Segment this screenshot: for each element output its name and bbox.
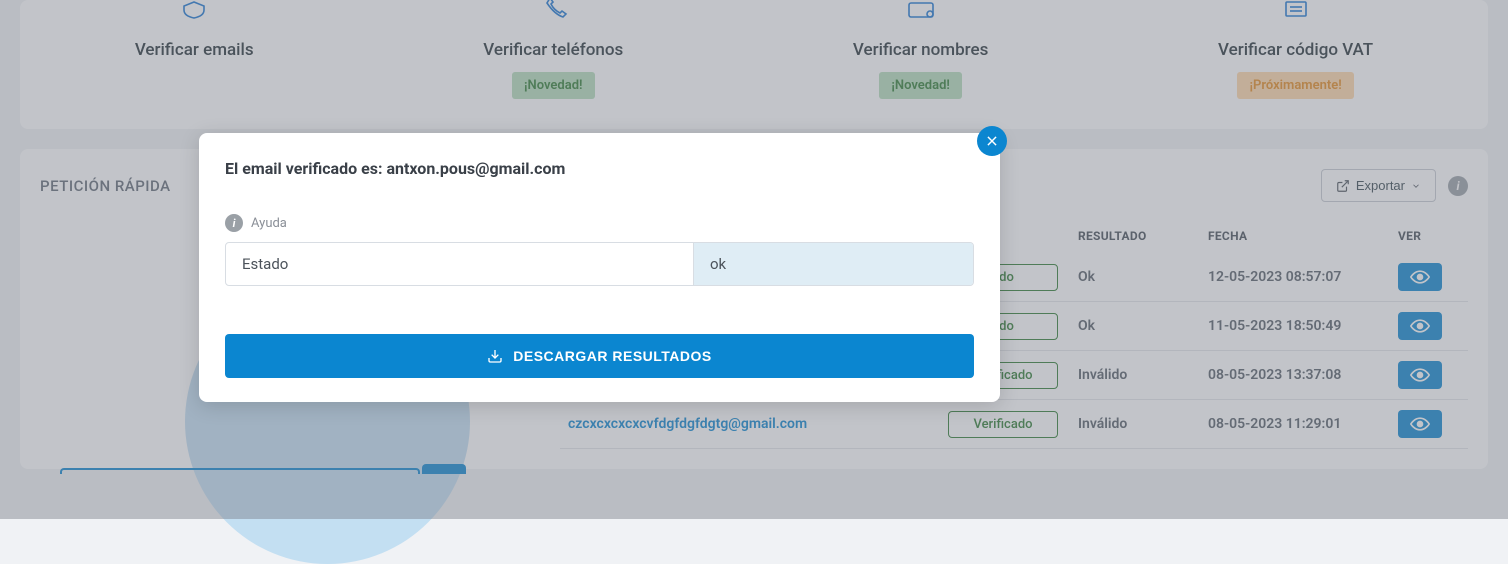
verification-result-modal: El email verificado es: antxon.pous@gmai… <box>199 133 1000 402</box>
info-icon: i <box>225 214 243 232</box>
result-row-label: Estado <box>226 243 693 285</box>
modal-title: El email verificado es: antxon.pous@gmai… <box>225 159 974 178</box>
download-label: DESCARGAR RESULTADOS <box>513 348 712 364</box>
download-icon <box>487 348 503 364</box>
close-icon <box>985 134 999 148</box>
result-row-value: ok <box>693 243 973 285</box>
help-label: Ayuda <box>251 216 287 231</box>
help-row[interactable]: i Ayuda <box>225 214 974 232</box>
download-results-button[interactable]: DESCARGAR RESULTADOS <box>225 334 974 378</box>
result-row: Estado ok <box>225 242 974 286</box>
close-button[interactable] <box>977 126 1007 156</box>
